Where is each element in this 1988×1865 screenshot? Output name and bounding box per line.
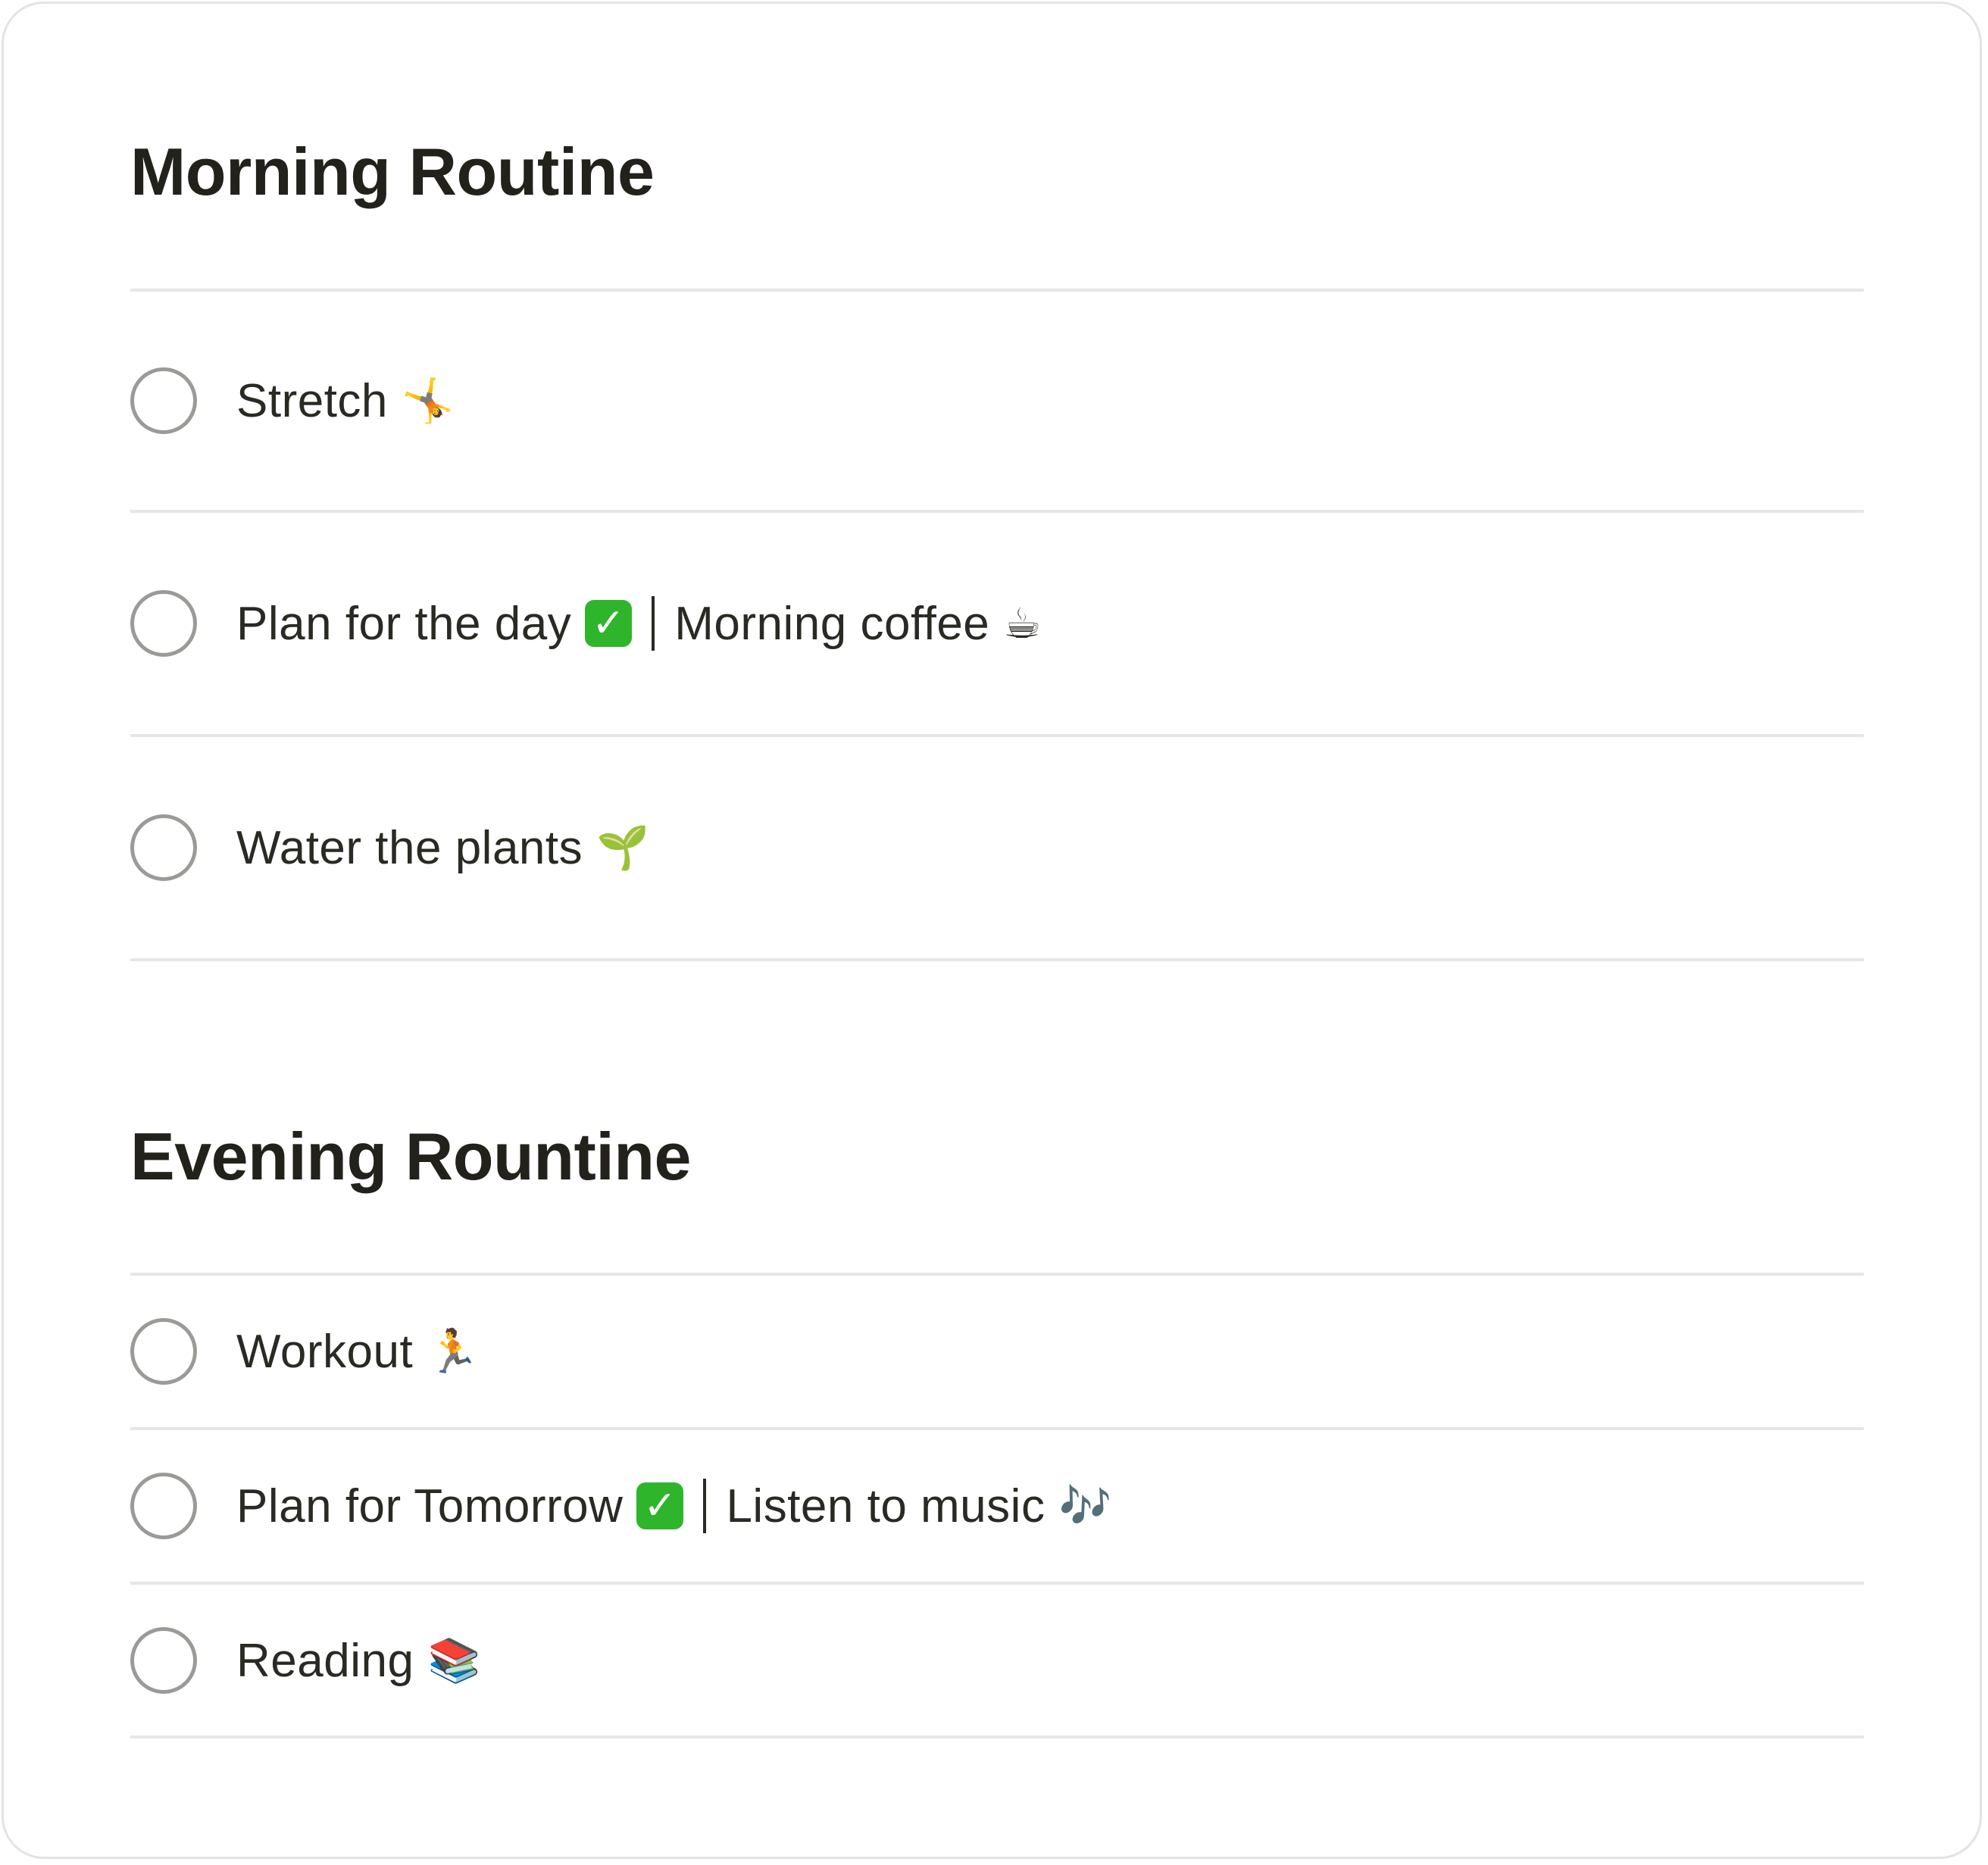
task-checkbox[interactable] (130, 590, 197, 657)
divider (130, 958, 1864, 961)
task-label: Reading 📚 (236, 1634, 481, 1688)
task-label: Water the plants 🌱 (236, 821, 649, 875)
running-woman-icon: 🏃 (427, 1327, 480, 1376)
separator (703, 1479, 707, 1533)
routine-card: Morning Routine Stretch 🤸 Plan for the d… (2, 2, 1982, 1859)
task-text-secondary: Listen to music (726, 1479, 1046, 1532)
task-checkbox[interactable] (130, 1627, 197, 1694)
task-item[interactable]: Water the plants 🌱 (130, 737, 1864, 958)
task-text: Water the plants (236, 821, 583, 874)
task-checkbox[interactable] (130, 1473, 197, 1539)
seedling-icon: 🌱 (596, 823, 650, 873)
coffee-icon: ☕ (1003, 598, 1042, 648)
task-checkbox[interactable] (130, 367, 197, 434)
separator (652, 596, 655, 651)
section-title-evening: Evening Rountine (130, 1119, 692, 1194)
task-label: Plan for Tomorrow ✓ Listen to music 🎶 (236, 1479, 1112, 1533)
books-icon: 📚 (427, 1636, 481, 1685)
task-item[interactable]: Workout 🏃 (130, 1276, 1864, 1427)
task-item[interactable]: Reading 📚 (130, 1585, 1864, 1736)
music-notes-icon: 🎶 (1058, 1482, 1112, 1531)
task-text: Plan for Tomorrow (236, 1479, 624, 1532)
task-item[interactable]: Plan for the day ✓ Morning coffee ☕ (130, 513, 1864, 734)
task-label: Plan for the day ✓ Morning coffee ☕ (236, 596, 1042, 651)
task-text: Plan for the day (236, 597, 572, 650)
task-text: Stretch (236, 374, 388, 427)
cartwheel-icon: 🤸 (401, 376, 455, 426)
task-text: Reading (236, 1634, 414, 1687)
task-label: Stretch 🤸 (236, 374, 455, 428)
task-checkbox[interactable] (130, 1318, 197, 1385)
check-mark-button-icon: ✓ (585, 600, 633, 647)
task-checkbox[interactable] (130, 814, 197, 881)
divider (130, 1735, 1864, 1738)
task-item[interactable]: Plan for Tomorrow ✓ Listen to music 🎶 (130, 1430, 1864, 1582)
task-text: Workout (236, 1325, 414, 1378)
section-title-morning: Morning Routine (130, 134, 655, 209)
task-text-secondary: Morning coffee (674, 597, 990, 650)
check-mark-button-icon: ✓ (636, 1482, 684, 1529)
task-item[interactable]: Stretch 🤸 (130, 292, 1864, 510)
task-label: Workout 🏃 (236, 1325, 480, 1379)
